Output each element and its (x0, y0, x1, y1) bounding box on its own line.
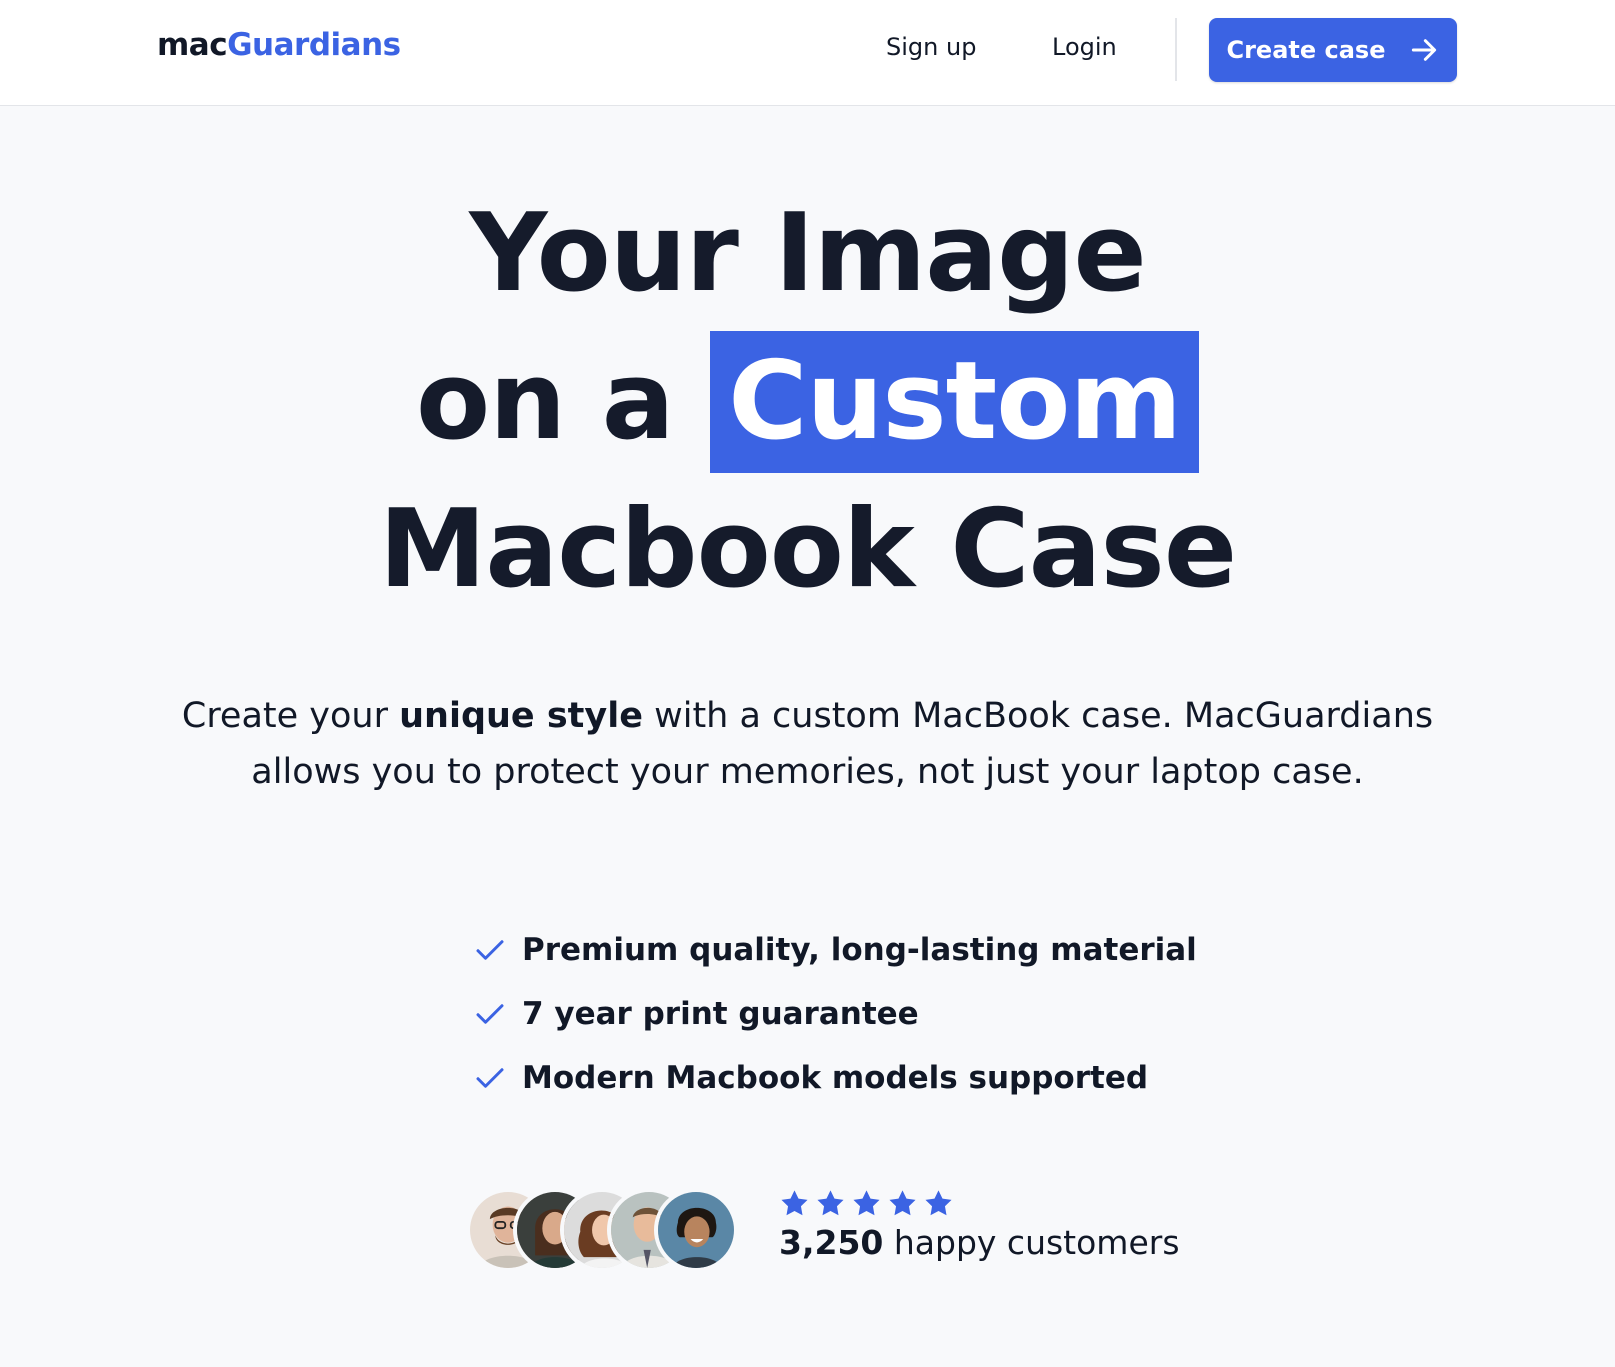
feature-item: Modern Macbook models supported (472, 1046, 1197, 1110)
hero-line-1: Your Image (469, 191, 1146, 316)
check-icon (476, 1004, 504, 1024)
hero-line-2: on a Custom (0, 328, 1615, 476)
nav-divider (1175, 18, 1177, 81)
logo-mac: mac (157, 27, 228, 63)
description-bold: unique style (399, 696, 643, 736)
hero-line-3: Macbook Case (378, 487, 1237, 612)
check-icon (476, 1068, 504, 1088)
check-icon (476, 940, 504, 960)
logo-guardians: Guardians (227, 27, 401, 63)
star-icon (817, 1190, 844, 1216)
feature-label: 7 year print guarantee (522, 996, 919, 1032)
hero-description: Create your unique style with a custom M… (180, 688, 1435, 800)
hero-highlight: Custom (710, 331, 1199, 473)
customer-count: 3,250 happy customers (779, 1223, 1180, 1262)
customer-count-number: 3,250 (779, 1223, 884, 1262)
feature-item: Premium quality, long-lasting material (472, 918, 1197, 982)
feature-label: Premium quality, long-lasting material (522, 932, 1197, 968)
create-case-button[interactable]: Create case (1209, 18, 1457, 82)
avatar (654, 1188, 738, 1272)
hero-line-2-prefix: on a (416, 339, 711, 464)
logo[interactable]: macGuardians (157, 27, 401, 63)
hero-headline: Your Image on a Custom Macbook Case (0, 180, 1615, 624)
feature-list: Premium quality, long-lasting material 7… (472, 918, 1197, 1110)
description-part-1: Create your (181, 696, 400, 736)
customer-count-label: happy customers (883, 1223, 1180, 1262)
feature-label: Modern Macbook models supported (522, 1060, 1149, 1096)
navbar: macGuardians Sign up Login Create case (0, 0, 1615, 106)
create-case-label: Create case (1226, 36, 1386, 64)
star-icon (781, 1190, 808, 1216)
star-icon (925, 1190, 952, 1216)
rating-stars (779, 1188, 954, 1219)
feature-item: 7 year print guarantee (472, 982, 1197, 1046)
star-icon (889, 1190, 916, 1216)
star-icon (853, 1190, 880, 1216)
arrow-right-icon (1411, 39, 1436, 61)
signup-link[interactable]: Sign up (886, 33, 976, 61)
login-link[interactable]: Login (1052, 33, 1117, 61)
customer-avatars (466, 1188, 741, 1272)
